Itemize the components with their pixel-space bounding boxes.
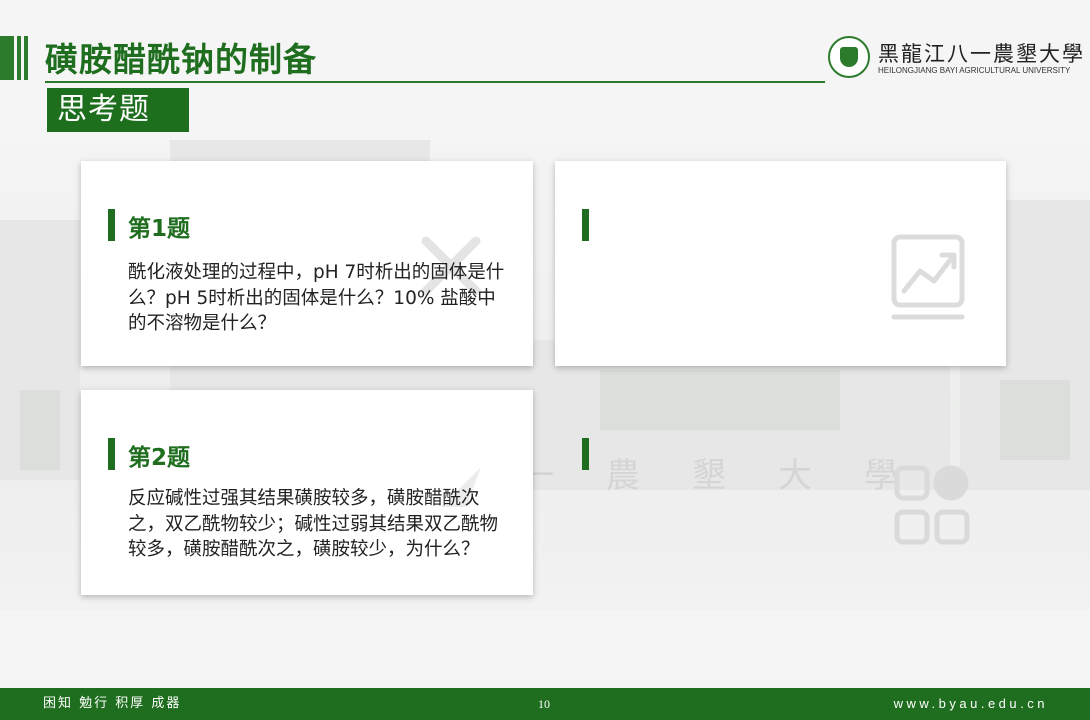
card-accent-bar <box>108 209 115 241</box>
university-logo: 黑龍江八一農墾大學 HEILONGJIANG BAYI AGRICULTURAL… <box>828 36 1083 86</box>
card-accent-bar <box>582 209 589 241</box>
logo-chinese-name: 黑龍江八一農墾大學 <box>878 42 1085 66</box>
footer-bar: 困知 勉行 积厚 成器 10 www.byau.edu.cn <box>0 688 1090 720</box>
chart-icon <box>890 233 970 327</box>
answer-area-2 <box>555 390 1006 595</box>
page-title: 磺胺醋酰钠的制备 <box>45 40 317 79</box>
page-number: 10 <box>538 697 550 711</box>
question-text: 酰化液处理的过程中，pH 7时析出的固体是什么？pH 5时析出的固体是什么？10… <box>128 262 505 334</box>
header-divider <box>45 81 825 83</box>
question-title: 第2题 <box>128 445 191 471</box>
question-text: 反应碱性过强其结果磺胺较多，磺胺醋酰次之，双乙酰物较少；碱性过弱其结果双乙酰物较… <box>128 488 499 560</box>
question-title: 第1题 <box>128 216 191 242</box>
section-subtitle: 思考题 <box>47 88 189 132</box>
card-accent-bar <box>108 438 115 470</box>
question-card-1: 第1题 酰化液处理的过程中，pH 7时析出的固体是什么？pH 5时析出的固体是什… <box>81 161 533 366</box>
question-card-2: 第2题 反应碱性过强其结果磺胺较多，磺胺醋酰次之，双乙酰物较少；碱性过弱其结果双… <box>81 390 533 595</box>
answer-card-1 <box>555 161 1006 366</box>
logo-english-name: HEILONGJIANG BAYI AGRICULTURAL UNIVERSIT… <box>878 66 1071 75</box>
footer-motto: 困知 勉行 积厚 成器 <box>43 696 182 711</box>
grid-icon <box>893 464 973 552</box>
footer-website: www.byau.edu.cn <box>893 696 1048 711</box>
university-emblem-icon <box>828 36 870 78</box>
card-accent-bar <box>582 438 589 470</box>
